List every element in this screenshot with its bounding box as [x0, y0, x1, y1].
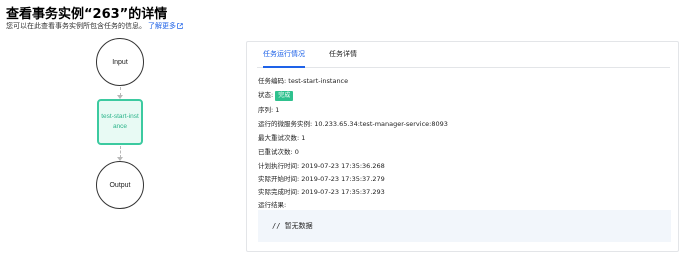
result-row: 运行结果: — [258, 199, 286, 209]
task-node[interactable]: test-start-instance — [97, 99, 143, 145]
start-time-value: 2019-07-23 17:35:37.279 — [301, 175, 385, 183]
sequence-value: 1 — [275, 106, 280, 114]
panel-tabs: 任务运行情况 任务详情 — [257, 42, 670, 68]
task-code-row: 任务编码: test-start-instance — [258, 75, 348, 85]
planned-time-label: 计划执行时间: — [258, 162, 300, 170]
task-details-panel: 任务运行情况 任务详情 任务编码: test-start-instance 状态… — [246, 41, 679, 252]
end-time-value: 2019-07-23 17:35:37.293 — [301, 188, 385, 196]
input-node[interactable]: Input — [96, 38, 144, 86]
sequence-label: 序列: — [258, 106, 274, 114]
output-node-label: Output — [109, 181, 131, 189]
service-instance-row: 运行的微服务实例: 10.233.65.34:test-manager-serv… — [258, 118, 448, 128]
task-code-value: test-start-instance — [288, 77, 349, 85]
service-instance-label: 运行的微服务实例: — [258, 120, 313, 128]
start-time-label: 实际开始时间: — [258, 175, 300, 183]
tab-run-status[interactable]: 任务运行情况 — [263, 42, 305, 68]
output-node[interactable]: Output — [96, 161, 144, 209]
max-retry-value: 1 — [301, 134, 306, 142]
retried-row: 已重试次数: 0 — [258, 146, 299, 156]
planned-time-value: 2019-07-23 17:35:36.268 — [301, 162, 385, 170]
input-node-label: Input — [112, 58, 128, 66]
result-value: // 暂无数据 — [272, 222, 313, 230]
status-badge: 完成 — [275, 91, 294, 101]
end-time-label: 实际完成时间: — [258, 188, 300, 196]
service-instance-value: 10.233.65.34:test-manager-service:8093 — [314, 120, 448, 128]
sequence-row: 序列: 1 — [258, 104, 279, 114]
planned-time-row: 计划执行时间: 2019-07-23 17:35:36.268 — [258, 160, 385, 170]
result-label: 运行结果: — [258, 201, 287, 209]
max-retry-row: 最大重试次数: 1 — [258, 132, 305, 142]
start-time-row: 实际开始时间: 2019-07-23 17:35:37.279 — [258, 173, 385, 183]
tab-task-details[interactable]: 任务详情 — [329, 42, 357, 68]
task-code-label: 任务编码: — [258, 77, 287, 85]
result-box: // 暂无数据 — [258, 210, 671, 242]
flow-diagram: Input test-start-instance Output — [0, 0, 240, 263]
status-label: 状态: — [258, 91, 274, 99]
task-node-label: test-start-instance — [101, 113, 139, 130]
status-row: 状态: 完成 — [258, 89, 294, 101]
retried-value: 0 — [294, 148, 299, 156]
end-time-row: 实际完成时间: 2019-07-23 17:35:37.293 — [258, 186, 385, 196]
max-retry-label: 最大重试次数: — [258, 134, 300, 142]
retried-label: 已重试次数: — [258, 148, 293, 156]
